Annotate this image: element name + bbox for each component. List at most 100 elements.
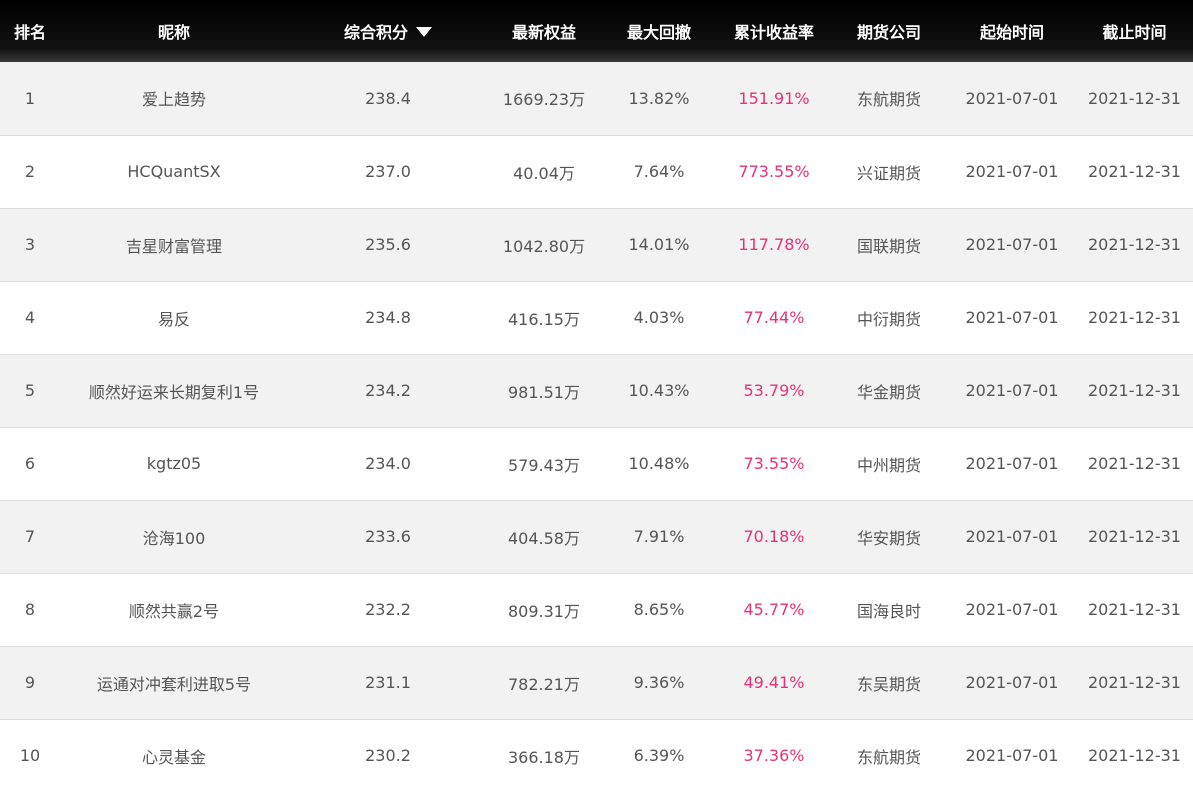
equity-cell: 404.58万 [508, 528, 580, 548]
score-cell: 237.0 [365, 162, 411, 181]
rank-cell: 7 [24, 527, 36, 546]
company-cell: 国海良时 [856, 601, 921, 621]
nickname-cell: kgtz05 [146, 454, 202, 473]
table-row: 7 沧海100 233.6 404.58万 7.91% 70.18% 华安期货 … [0, 500, 1193, 573]
return-cell: 117.78% [738, 235, 810, 254]
equity-cell: 782.21万 [508, 674, 580, 694]
header-company: 期货公司 [856, 23, 921, 42]
company-cell: 兴证期货 [856, 163, 921, 183]
company-cell: 东航期货 [856, 90, 921, 110]
header-nickname: 昵称 [157, 23, 190, 42]
equity-cell: 981.51万 [508, 382, 580, 402]
start-date-cell: 2021-07-01 [965, 162, 1059, 181]
rank-cell: 5 [24, 381, 36, 400]
equity-cell: 1042.80万 [502, 236, 586, 256]
score-cell: 230.2 [365, 746, 411, 766]
equity-cell: 40.04万 [513, 163, 575, 183]
start-date-cell: 2021-07-01 [965, 308, 1059, 327]
return-cell: 37.36% [743, 746, 805, 766]
table-row: 3 吉星财富管理 235.6 1042.80万 14.01% 117.78% 国… [0, 208, 1193, 281]
drawdown-cell: 8.65% [633, 600, 685, 619]
company-cell: 东航期货 [856, 747, 921, 767]
table-row: 10 心灵基金 230.2 366.18万 6.39% 37.36% 东航期货 … [0, 719, 1193, 792]
table-row: 8 顺然共赢2号 232.2 809.31万 8.65% 45.77% 国海良时… [0, 573, 1193, 646]
return-cell: 73.55% [743, 454, 805, 473]
header-end: 截止时间 [1102, 23, 1167, 42]
start-date-cell: 2021-07-01 [965, 527, 1059, 546]
nickname-cell: 沧海100 [142, 528, 206, 548]
drawdown-cell: 7.91% [633, 527, 685, 546]
end-date-cell: 2021-12-31 [1088, 673, 1181, 692]
score-cell: 238.4 [365, 88, 411, 108]
table-row: 4 易反 234.8 416.15万 4.03% 77.44% 中衍期货 202… [0, 281, 1193, 354]
rank-cell: 6 [24, 454, 36, 473]
end-date-cell: 2021-12-31 [1088, 162, 1181, 181]
end-date-cell: 2021-12-31 [1088, 308, 1181, 327]
rank-cell: 2 [24, 162, 36, 181]
table-header: 排名 昵称 综合积分 最新权益 最大回撤 累计收益率 期货公司 起始时间 截止时… [0, 0, 1193, 62]
equity-cell: 416.15万 [508, 309, 580, 329]
end-date-cell: 2021-12-31 [1088, 527, 1181, 546]
equity-cell: 809.31万 [508, 601, 580, 621]
start-date-cell: 2021-07-01 [965, 454, 1059, 473]
drawdown-cell: 7.64% [633, 162, 685, 181]
start-date-cell: 2021-07-01 [965, 746, 1059, 766]
start-date-cell: 2021-07-01 [965, 673, 1059, 692]
start-date-cell: 2021-07-01 [965, 600, 1059, 619]
rank-cell: 10 [19, 746, 41, 766]
score-cell: 234.8 [365, 308, 411, 327]
drawdown-cell: 10.48% [628, 454, 690, 473]
company-cell: 华安期货 [856, 528, 921, 548]
drawdown-cell: 14.01% [628, 235, 690, 254]
rank-cell: 8 [24, 600, 36, 619]
end-date-cell: 2021-12-31 [1088, 454, 1181, 473]
score-cell: 233.6 [365, 527, 411, 546]
header-row: 排名 昵称 综合积分 最新权益 最大回撤 累计收益率 期货公司 起始时间 截止时… [0, 0, 1193, 62]
company-cell: 中州期货 [856, 455, 921, 475]
end-date-cell: 2021-12-31 [1088, 235, 1181, 254]
return-cell: 53.79% [743, 381, 805, 400]
return-cell: 151.91% [738, 88, 810, 108]
header-rank: 排名 [13, 23, 46, 42]
drawdown-cell: 13.82% [628, 88, 690, 108]
company-cell: 东吴期货 [856, 674, 921, 694]
return-cell: 70.18% [743, 527, 805, 546]
rank-cell: 4 [24, 308, 36, 327]
header-equity: 最新权益 [511, 23, 576, 42]
triangle-down-icon[interactable] [416, 26, 432, 37]
company-cell: 国联期货 [856, 236, 921, 256]
nickname-cell: 吉星财富管理 [125, 236, 222, 256]
table-row: 2 HCQuantSX 237.0 40.04万 7.64% 773.55% 兴… [0, 135, 1193, 208]
start-date-cell: 2021-07-01 [965, 381, 1059, 400]
score-cell: 231.1 [365, 673, 411, 692]
table-row: 5 顺然好运来长期复利1号 234.2 981.51万 10.43% 53.79… [0, 354, 1193, 427]
header-drawdown: 最大回撤 [626, 23, 691, 42]
nickname-cell: 运通对冲套利进取5号 [96, 674, 252, 694]
score-cell: 235.6 [365, 235, 411, 254]
table-row: 1 爱上趋势 238.4 1669.23万 13.82% 151.91% 东航期… [0, 62, 1193, 135]
end-date-cell: 2021-12-31 [1088, 746, 1181, 766]
header-score-sortable[interactable]: 综合积分 [288, 0, 488, 62]
end-date-cell: 2021-12-31 [1088, 381, 1181, 400]
company-cell: 中衍期货 [856, 309, 921, 329]
return-cell: 773.55% [738, 162, 810, 181]
table-row: 9 运通对冲套利进取5号 231.1 782.21万 9.36% 49.41% … [0, 646, 1193, 719]
rank-cell: 9 [24, 673, 36, 692]
ranking-table: 排名 昵称 综合积分 最新权益 最大回撤 累计收益率 期货公司 起始时间 截止时… [0, 0, 1193, 792]
end-date-cell: 2021-12-31 [1088, 88, 1181, 108]
nickname-cell: 顺然好运来长期复利1号 [88, 382, 260, 402]
return-cell: 49.41% [743, 673, 805, 692]
nickname-cell: 易反 [157, 309, 190, 329]
drawdown-cell: 9.36% [633, 673, 685, 692]
rank-cell: 3 [24, 235, 36, 254]
nickname-cell: 顺然共赢2号 [128, 601, 220, 621]
return-cell: 77.44% [743, 308, 805, 327]
return-cell: 45.77% [743, 600, 805, 619]
nickname-cell: HCQuantSX [127, 162, 221, 181]
equity-cell: 579.43万 [508, 455, 580, 475]
nickname-cell: 爱上趋势 [141, 90, 206, 110]
table-body: 1 爱上趋势 238.4 1669.23万 13.82% 151.91% 东航期… [0, 62, 1193, 792]
table-row: 6 kgtz05 234.0 579.43万 10.48% 73.55% 中州期… [0, 427, 1193, 500]
drawdown-cell: 4.03% [633, 308, 685, 327]
company-cell: 华金期货 [856, 382, 921, 402]
